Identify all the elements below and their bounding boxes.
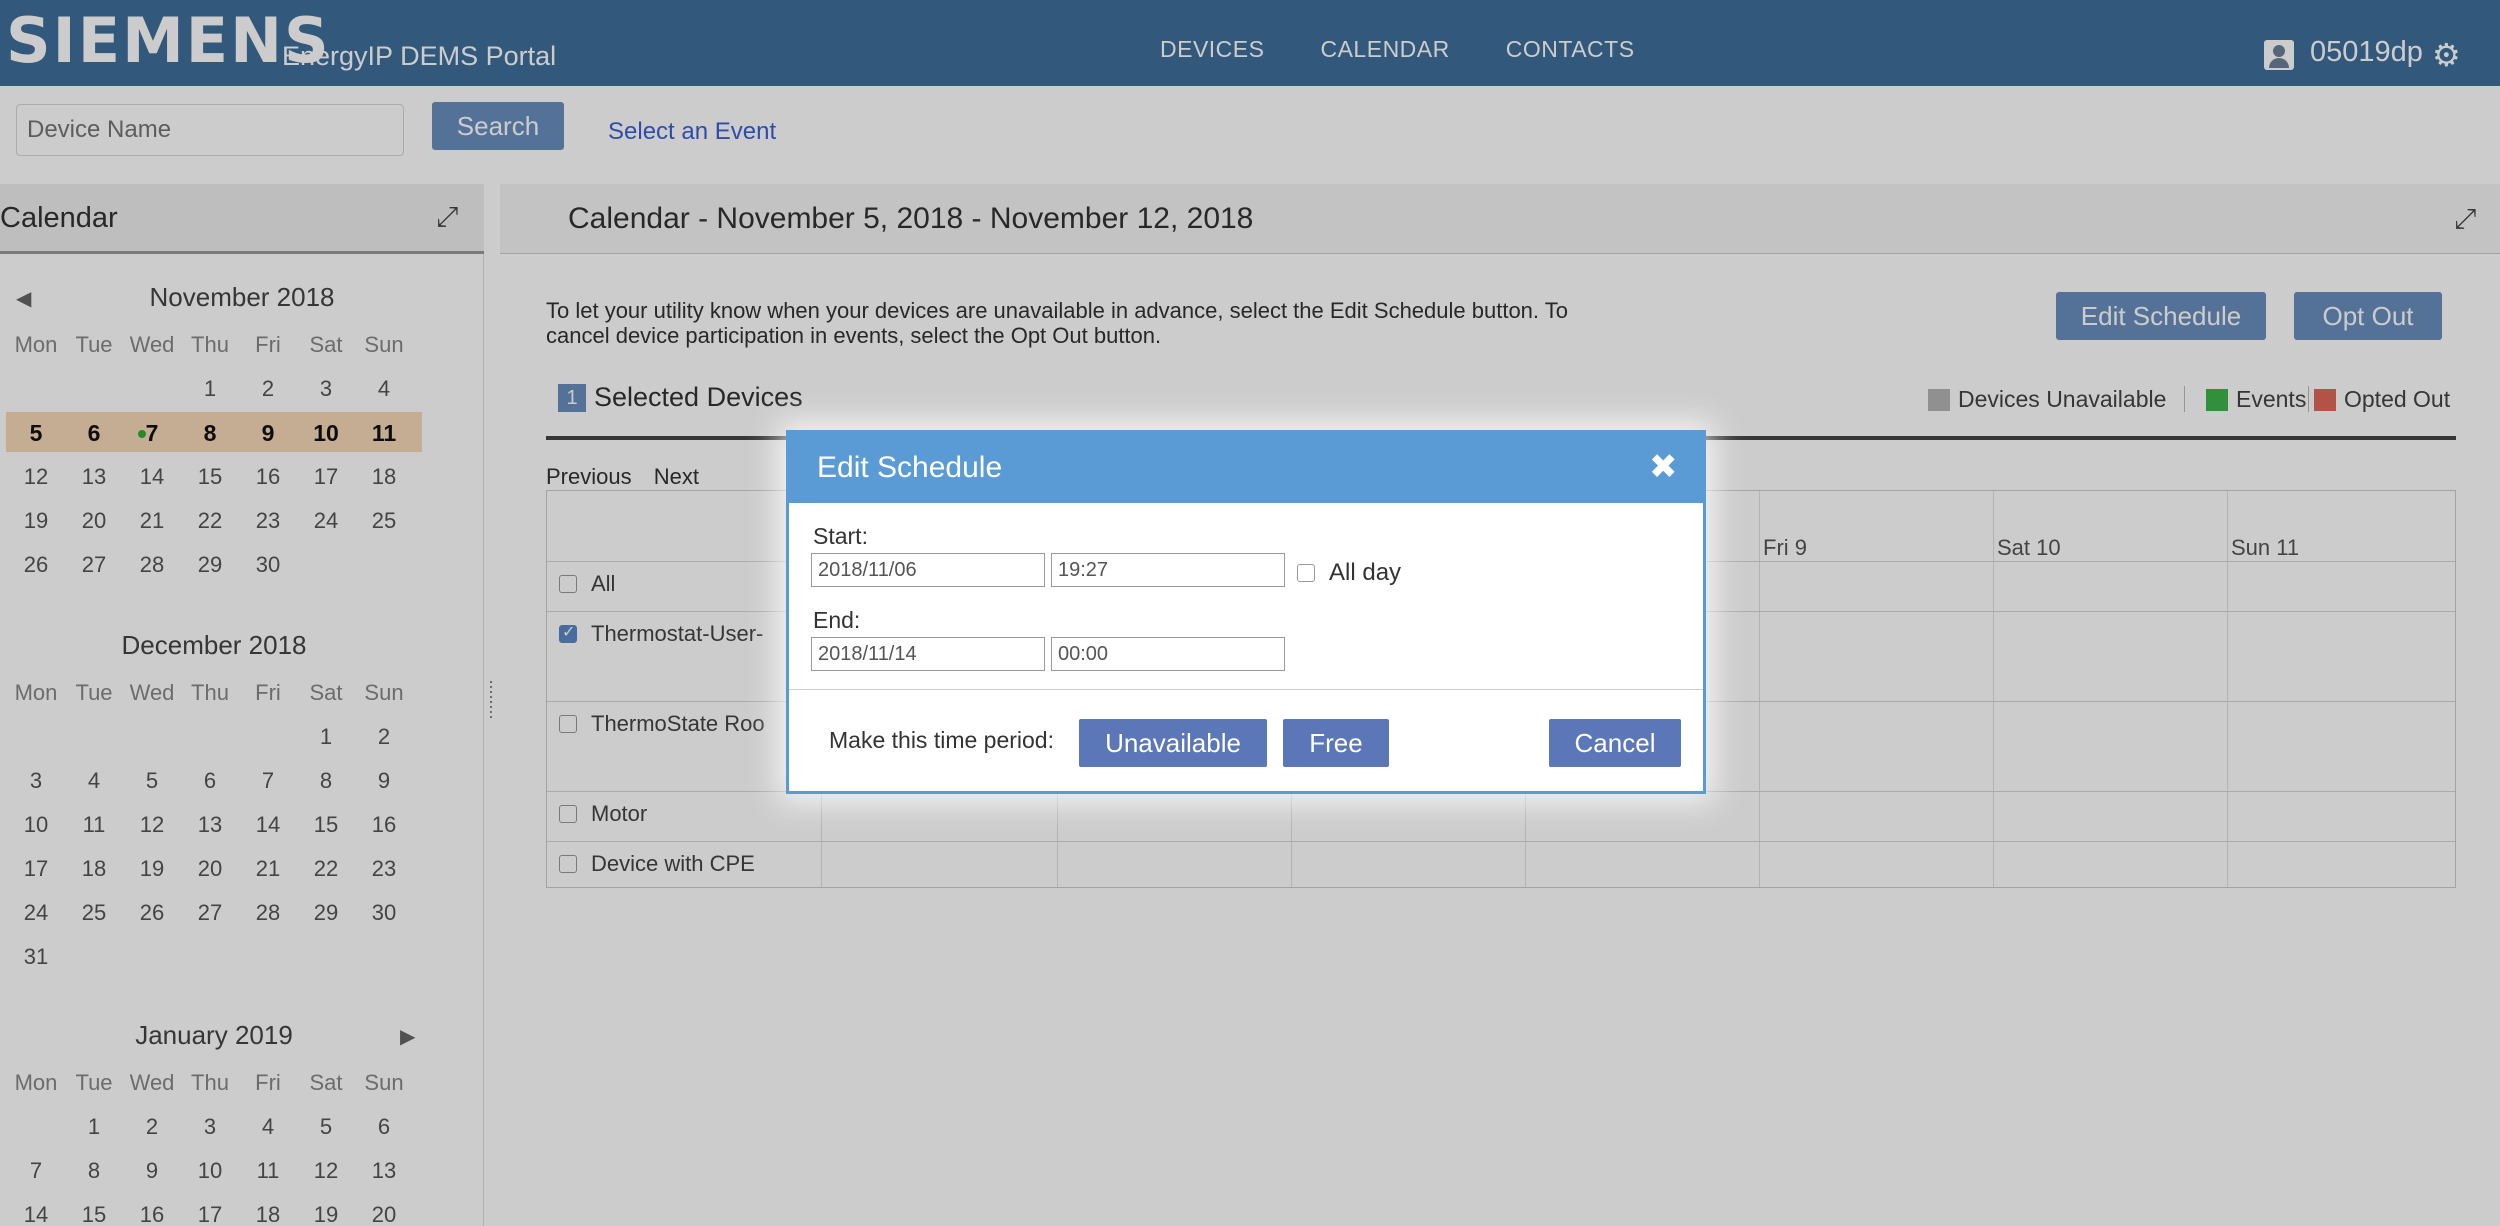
free-button[interactable]: Free [1283, 719, 1389, 767]
all-day-label: All day [1329, 559, 1402, 586]
start-date-input[interactable] [811, 553, 1045, 587]
start-time-input[interactable] [1051, 553, 1285, 587]
unavailable-button[interactable]: Unavailable [1079, 719, 1267, 767]
end-time-input[interactable] [1051, 637, 1285, 671]
end-label: End: [813, 607, 861, 633]
all-day-toggle[interactable]: All day [1297, 559, 1401, 587]
dialog-divider [789, 689, 1703, 690]
dialog-title: Edit Schedule [817, 451, 1003, 484]
start-label: Start: [813, 523, 868, 549]
end-date-input[interactable] [811, 637, 1045, 671]
cancel-button[interactable]: Cancel [1549, 719, 1681, 767]
edit-schedule-dialog: Edit Schedule ✖ Start: All day End: Make… [786, 430, 1706, 794]
all-day-checkbox[interactable] [1297, 564, 1315, 582]
time-period-label: Make this time period: [829, 727, 1054, 753]
close-icon[interactable]: ✖ [1649, 447, 1678, 487]
dialog-header: Edit Schedule ✖ [789, 433, 1703, 503]
